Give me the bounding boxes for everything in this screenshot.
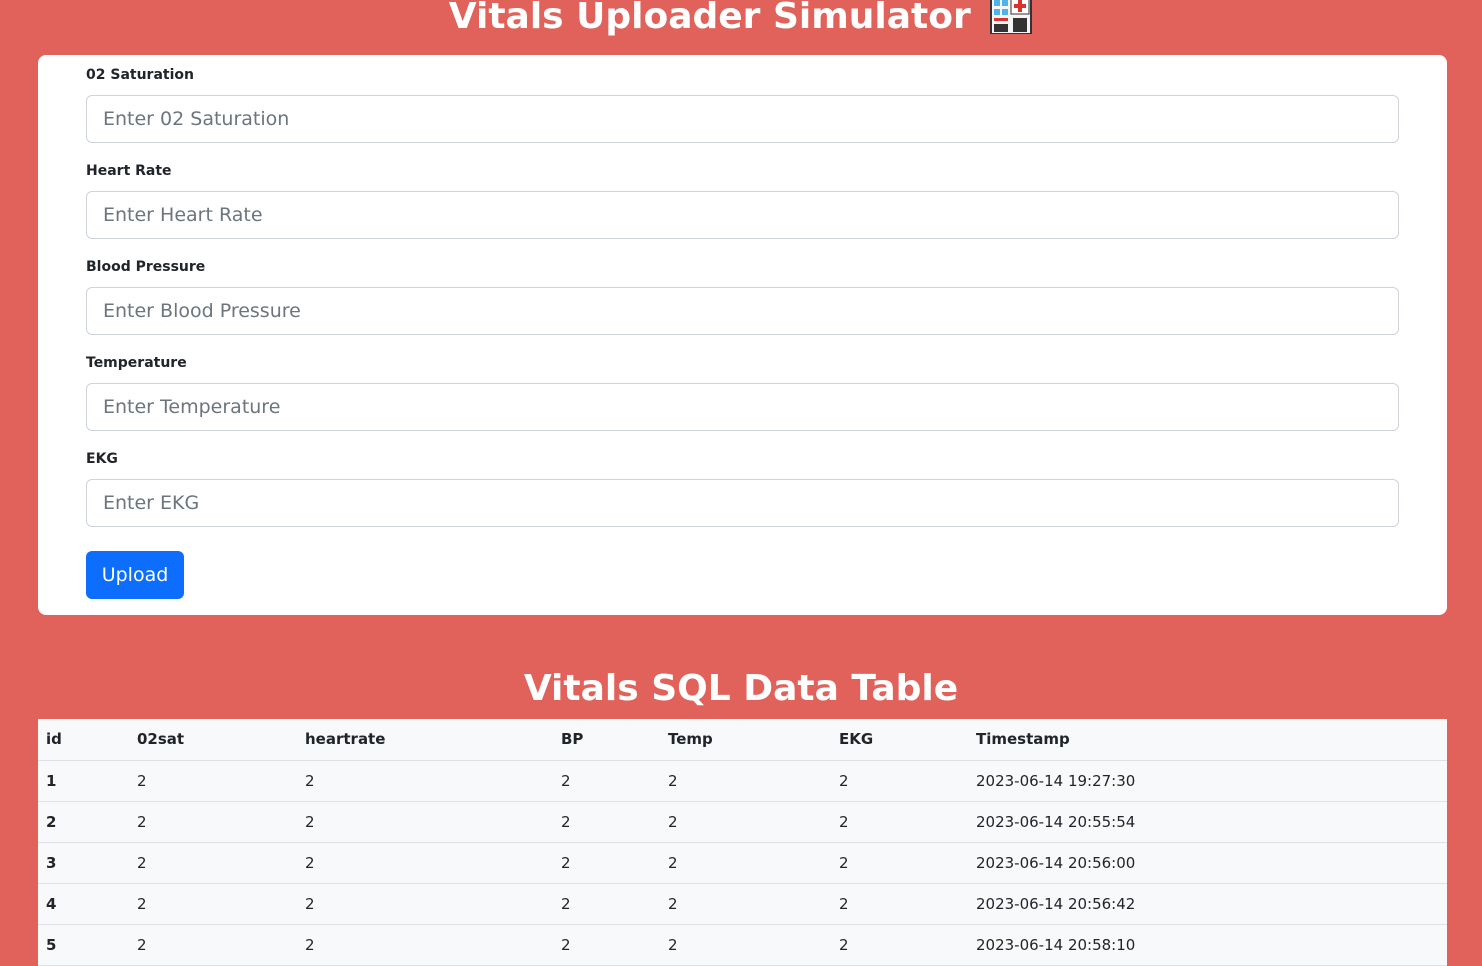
cell-id: 4 xyxy=(38,883,129,925)
cell-id: 3 xyxy=(38,842,129,884)
page-title-text: Vitals Uploader Simulator xyxy=(448,0,971,37)
blood-pressure-label: Blood Pressure xyxy=(86,259,206,275)
page-title: Vitals Uploader Simulator xyxy=(0,0,1482,39)
o2-saturation-input[interactable] xyxy=(86,95,1399,143)
column-header-id: id xyxy=(38,719,129,761)
cell-temp: 2 xyxy=(660,842,831,884)
table-row: 1 2 2 2 2 2 2023-06-14 19:27:30 xyxy=(38,760,1447,802)
temperature-input[interactable] xyxy=(86,383,1399,431)
table-row: 5 2 2 2 2 2 2023-06-14 20:58:10 xyxy=(38,924,1447,966)
cell-o2sat: 2 xyxy=(129,842,297,884)
cell-timestamp: 2023-06-14 20:56:00 xyxy=(968,842,1447,884)
vitals-data-table: id 02sat heartrate BP Temp EKG Timestamp… xyxy=(38,719,1447,966)
column-header-heartrate: heartrate xyxy=(297,719,553,761)
cell-id: 5 xyxy=(38,924,129,966)
cell-o2sat: 2 xyxy=(129,760,297,802)
cell-heartrate: 2 xyxy=(297,801,553,843)
cell-heartrate: 2 xyxy=(297,842,553,884)
cell-ekg: 2 xyxy=(831,801,968,843)
cell-bp: 2 xyxy=(553,760,660,802)
cell-ekg: 2 xyxy=(831,924,968,966)
column-header-o2sat: 02sat xyxy=(129,719,297,761)
ekg-input[interactable] xyxy=(86,479,1399,527)
cell-bp: 2 xyxy=(553,883,660,925)
column-header-timestamp: Timestamp xyxy=(968,719,1447,761)
cell-timestamp: 2023-06-14 20:55:54 xyxy=(968,801,1447,843)
cell-temp: 2 xyxy=(660,883,831,925)
column-header-bp: BP xyxy=(553,719,660,761)
cell-heartrate: 2 xyxy=(297,883,553,925)
cell-id: 1 xyxy=(38,760,129,802)
cell-ekg: 2 xyxy=(831,842,968,884)
cell-ekg: 2 xyxy=(831,883,968,925)
temperature-label: Temperature xyxy=(86,355,187,371)
vitals-form-card: 02 Saturation Heart Rate Blood Pressure … xyxy=(38,55,1447,615)
cell-id: 2 xyxy=(38,801,129,843)
table-header-row: id 02sat heartrate BP Temp EKG Timestamp xyxy=(38,719,1447,761)
cell-heartrate: 2 xyxy=(297,760,553,802)
cell-heartrate: 2 xyxy=(297,924,553,966)
cell-ekg: 2 xyxy=(831,760,968,802)
column-header-ekg: EKG xyxy=(831,719,968,761)
blood-pressure-input[interactable] xyxy=(86,287,1399,335)
cell-o2sat: 2 xyxy=(129,924,297,966)
table-title: Vitals SQL Data Table xyxy=(523,668,959,709)
upload-button[interactable]: Upload xyxy=(86,551,184,599)
cell-bp: 2 xyxy=(553,924,660,966)
table-row: 2 2 2 2 2 2 2023-06-14 20:55:54 xyxy=(38,801,1447,843)
column-header-temp: Temp xyxy=(660,719,831,761)
heart-rate-input[interactable] xyxy=(86,191,1399,239)
ekg-label: EKG xyxy=(86,451,118,467)
cell-o2sat: 2 xyxy=(129,801,297,843)
cell-timestamp: 2023-06-14 20:58:10 xyxy=(968,924,1447,966)
o2-saturation-label: 02 Saturation xyxy=(86,67,194,83)
cell-bp: 2 xyxy=(553,801,660,843)
cell-temp: 2 xyxy=(660,924,831,966)
cell-temp: 2 xyxy=(660,760,831,802)
cell-timestamp: 2023-06-14 20:56:42 xyxy=(968,883,1447,925)
cell-o2sat: 2 xyxy=(129,883,297,925)
table-row: 4 2 2 2 2 2 2023-06-14 20:56:42 xyxy=(38,883,1447,925)
cell-bp: 2 xyxy=(553,842,660,884)
hospital-icon xyxy=(989,0,1033,35)
cell-temp: 2 xyxy=(660,801,831,843)
heart-rate-label: Heart Rate xyxy=(86,163,172,179)
table-row: 3 2 2 2 2 2 2023-06-14 20:56:00 xyxy=(38,842,1447,884)
cell-timestamp: 2023-06-14 19:27:30 xyxy=(968,760,1447,802)
